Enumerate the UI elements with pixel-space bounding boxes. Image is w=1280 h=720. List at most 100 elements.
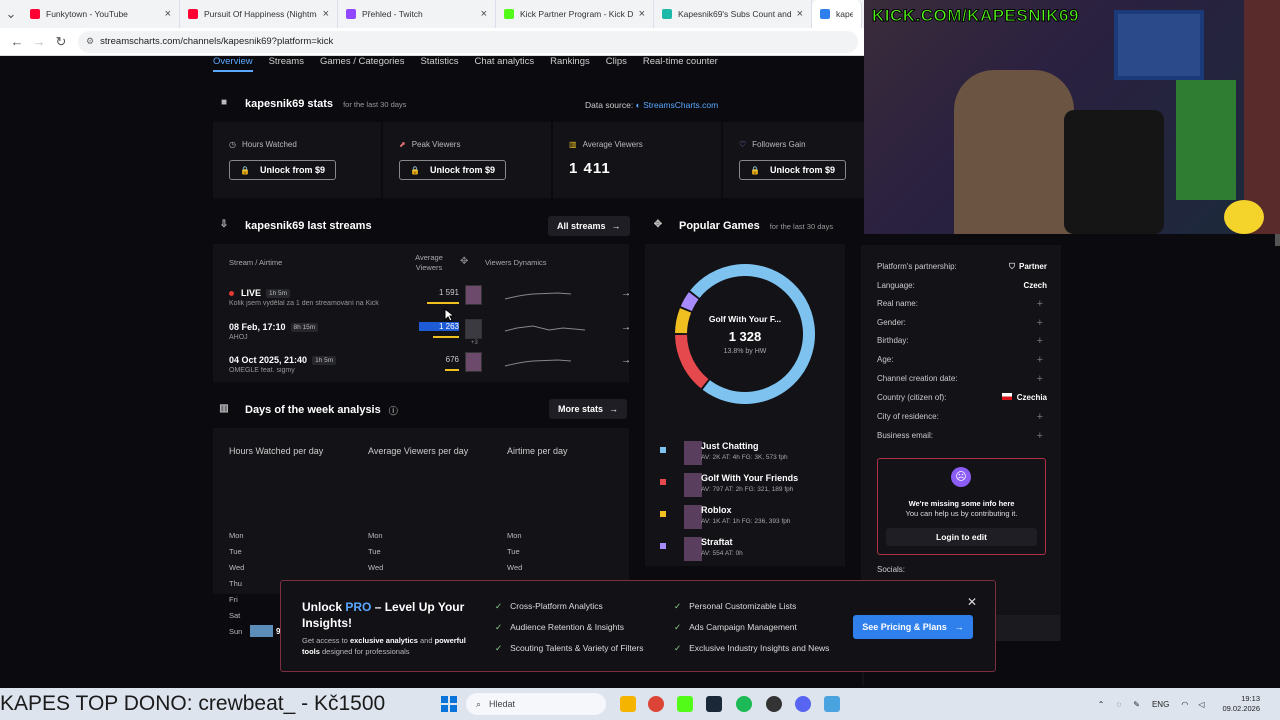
lock-icon: 🔒 (240, 165, 250, 175)
browser-tab[interactable]: Přehled - Twitch × (338, 0, 496, 28)
tab-title: Přehled - Twitch (362, 9, 423, 19)
arrow-right-icon[interactable]: → (621, 322, 631, 333)
tab-realtime-counter[interactable]: Real-time counter (643, 56, 718, 72)
donut-segment[interactable] (680, 292, 699, 312)
wifi-icon[interactable]: ◠ (1181, 700, 1188, 709)
url-field[interactable]: ⚙ streamscharts.com/channels/kapesnik69?… (78, 30, 858, 53)
game-name: Roblox (701, 505, 732, 515)
site-info-icon[interactable]: ⚙ (86, 36, 94, 47)
arrow-right-icon[interactable]: → (621, 355, 631, 366)
browser-tab[interactable]: Pursuit Of Happiness (Nightmare) × (180, 0, 338, 28)
windows-start-icon[interactable] (441, 696, 457, 712)
tab-statistics[interactable]: Statistics (420, 56, 458, 72)
unlock-button[interactable]: 🔒 Unlock from $9 (229, 160, 336, 180)
browser-tab-bar: ⌄ Funkytown - YouTube × Pursuit Of Happi… (0, 0, 865, 28)
youtube-icon (30, 9, 40, 19)
tab-chat-analytics[interactable]: Chat analytics (474, 56, 534, 72)
see-pricing-button[interactable]: See Pricing & Plans → (853, 615, 973, 639)
stats-section-title: ■ kapesnik69 stats for the last 30 days (217, 97, 406, 111)
tab-games[interactable]: Games / Categories (320, 56, 404, 72)
stat-card-followers-gain: ♡ Followers Gain 🔒 Unlock from $9 (723, 122, 865, 198)
add-icon[interactable]: + (1037, 430, 1043, 442)
tab-clips[interactable]: Clips (606, 56, 627, 72)
network-icon[interactable]: ◌ (1117, 700, 1122, 709)
spotify-icon[interactable] (736, 696, 752, 712)
browser-tab-active[interactable]: kapesn (812, 0, 862, 28)
close-tab-icon[interactable]: × (165, 8, 171, 20)
discord-icon[interactable] (795, 696, 811, 712)
close-tab-icon[interactable]: × (481, 8, 487, 20)
day-label: Mon (368, 531, 383, 540)
steam-icon[interactable] (706, 696, 722, 712)
tab-streams[interactable]: Streams (269, 56, 304, 72)
info-label: Real name: (877, 299, 918, 308)
close-tab-icon[interactable]: × (639, 8, 645, 20)
unlock-button[interactable]: 🔒 Unlock from $9 (739, 160, 846, 180)
game-list-item[interactable]: Just Chatting AV: 2K AT: 4h FG: 3K, 573 … (660, 441, 850, 469)
arrow-right-icon: → (609, 404, 619, 414)
viewers-sparkline (504, 359, 572, 367)
kick-app-icon[interactable] (677, 696, 693, 712)
stream-row[interactable]: LIVE 1h 5m Kolik jsem vydělal za 1 den st… (229, 285, 631, 318)
back-icon[interactable]: ← (6, 34, 28, 49)
close-icon[interactable]: ✕ (967, 595, 977, 609)
missing-info-title: We're missing some info here (908, 499, 1015, 508)
browser-tab[interactable]: Kapesnik69's Subs Count and Sub History … (654, 0, 812, 28)
check-icon: ✓ (674, 643, 682, 653)
all-streams-button[interactable]: All streams → (548, 216, 630, 236)
add-icon[interactable]: + (1037, 298, 1043, 310)
missing-info-sub: You can help us by contributing it. (905, 509, 1018, 518)
data-source-name[interactable]: StreamsCharts.com (643, 100, 718, 110)
search-icon: ⌕ (476, 698, 482, 709)
add-icon[interactable]: + (1037, 373, 1043, 385)
more-stats-button[interactable]: More stats → (549, 399, 628, 419)
days-analysis-title: ▥ Days of the week analysis ⓘ (217, 403, 398, 417)
tab-list-icon[interactable]: ⌄ (0, 6, 22, 22)
game-list-item[interactable]: Roblox AV: 1K AT: 1h FG: 236, 393 fph (660, 505, 850, 533)
app-icon[interactable] (824, 696, 840, 712)
browser-tab[interactable]: Kick Partner Program - Kick Dashboard × (496, 0, 654, 28)
check-icon: ✓ (495, 643, 503, 653)
taskbar-search[interactable]: ⌕ Hledat (466, 693, 606, 715)
add-icon[interactable]: + (1037, 354, 1043, 366)
file-explorer-icon[interactable] (620, 696, 636, 712)
obs-icon[interactable] (766, 696, 782, 712)
stats-title: kapesnik69 stats (245, 98, 334, 110)
twitchtracker-icon (662, 9, 672, 19)
stream-row[interactable]: 08 Feb, 17:10 8h 15m AHOJ 1 263 +3 → (229, 319, 631, 352)
clock[interactable]: 19:13 09.02.2026 (1222, 694, 1260, 714)
promo-feature: ✓ Cross-Platform Analytics (495, 601, 603, 611)
chrome-icon[interactable] (648, 696, 664, 712)
legend-swatch (660, 543, 666, 549)
avg-viewers-bar (427, 302, 459, 304)
tab-title: Kick Partner Program - Kick Dashboard (520, 9, 633, 19)
add-icon[interactable]: + (1037, 411, 1043, 423)
game-stats: AV: 554 AT: 0h (701, 550, 743, 557)
pen-icon[interactable]: ✎ (1133, 700, 1140, 709)
info-icon[interactable]: ⓘ (389, 404, 398, 417)
reload-icon[interactable]: ↻ (50, 34, 72, 50)
arrow-right-icon[interactable]: → (621, 288, 631, 299)
language-indicator[interactable]: ENG (1152, 700, 1169, 709)
col-stream-header: Stream / Airtime (229, 258, 283, 267)
info-value: Partner (1018, 262, 1047, 271)
tab-rankings[interactable]: Rankings (550, 56, 590, 72)
stream-row[interactable]: 04 Oct 2025, 21:40 1h 5m OMEGLE feat. sig… (229, 352, 631, 385)
info-value: Czech (1023, 281, 1047, 290)
volume-icon[interactable]: ◁ (1198, 700, 1204, 709)
scrollbar-thumb[interactable] (1275, 234, 1280, 246)
close-tab-icon[interactable]: × (323, 8, 329, 20)
browser-tab[interactable]: Funkytown - YouTube × (22, 0, 180, 28)
legend-swatch (660, 447, 666, 453)
game-list-item[interactable]: Straftat AV: 554 AT: 0h (660, 537, 850, 565)
avg-viewers-bar (445, 369, 459, 371)
unlock-button[interactable]: 🔒 Unlock from $9 (399, 160, 506, 180)
login-to-edit-button[interactable]: Login to edit (886, 528, 1037, 546)
forward-icon[interactable]: → (28, 34, 50, 49)
game-list-item[interactable]: Golf With Your Friends AV: 797 AT: 2h FG… (660, 473, 850, 501)
add-icon[interactable]: + (1037, 317, 1043, 329)
chevron-up-icon[interactable]: ⌃ (1098, 700, 1105, 709)
tab-overview[interactable]: Overview (213, 56, 253, 72)
close-tab-icon[interactable]: × (797, 8, 803, 20)
add-icon[interactable]: + (1037, 335, 1043, 347)
